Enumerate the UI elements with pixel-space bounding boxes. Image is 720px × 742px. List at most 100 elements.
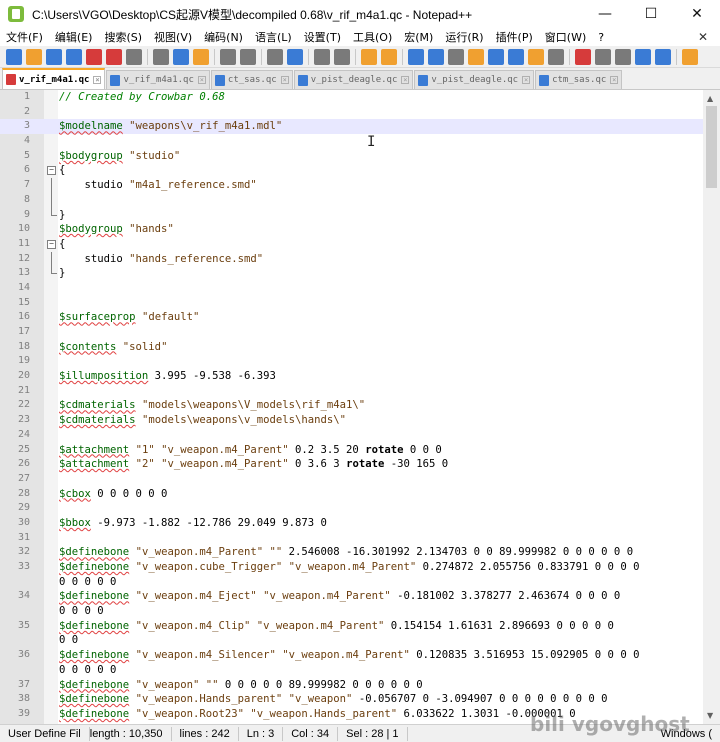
tab-close-icon[interactable]: ×: [401, 76, 410, 84]
code-line[interactable]: 0 0 0 0: [0, 604, 703, 619]
fold-toggle-icon[interactable]: −: [47, 239, 56, 249]
code-line[interactable]: 17: [0, 325, 703, 340]
code-line[interactable]: 33 $definebone "v_weapon.cube_Trigger" "v…: [0, 560, 703, 575]
record-macro-icon[interactable]: [575, 48, 591, 65]
code-line[interactable]: 24: [0, 428, 703, 443]
code-line[interactable]: 22 $cdmaterials "models\weapons\V_models\…: [0, 398, 703, 413]
scroll-down-arrow-icon[interactable]: ▼: [707, 711, 713, 720]
spellcheck-icon[interactable]: [682, 48, 698, 65]
menu-plugins[interactable]: 插件(P): [490, 29, 539, 45]
word-wrap-icon[interactable]: [408, 48, 424, 65]
code-line[interactable]: 25 $attachment "1" "v_weapon.m4_Parent" 0…: [0, 443, 703, 458]
tab-3[interactable]: v_pist_deagle.qc ×: [293, 70, 414, 89]
close-file-icon[interactable]: [86, 48, 102, 65]
code-line[interactable]: 28 $cbox 0 0 0 0 0 0: [0, 487, 703, 502]
code-line[interactable]: 0 0: [0, 633, 703, 648]
menu-language[interactable]: 语言(L): [249, 29, 298, 45]
minimize-button[interactable]: —: [582, 0, 628, 28]
code-line[interactable]: 23 $cdmaterials "models\weapons\v_models\…: [0, 413, 703, 428]
save-all-icon[interactable]: [66, 48, 82, 65]
code-line[interactable]: 6 −{: [0, 163, 703, 178]
menu-help[interactable]: ?: [592, 31, 610, 44]
save-icon[interactable]: [46, 48, 62, 65]
close-document-icon[interactable]: ✕: [692, 30, 714, 44]
indent-guide-icon[interactable]: [448, 48, 464, 65]
function-list-icon[interactable]: [508, 48, 524, 65]
scroll-up-arrow-icon[interactable]: ▲: [707, 94, 713, 103]
monitor-icon[interactable]: [548, 48, 564, 65]
stop-record-icon[interactable]: [595, 48, 611, 65]
print-icon[interactable]: [126, 48, 142, 65]
code-line[interactable]: 9}: [0, 207, 703, 223]
menu-window[interactable]: 窗口(W): [539, 29, 592, 45]
code-line[interactable]: 21: [0, 384, 703, 399]
code-line[interactable]: 18 $contents "solid": [0, 340, 703, 355]
menu-file[interactable]: 文件(F): [0, 29, 49, 45]
show-all-chars-icon[interactable]: [428, 48, 444, 65]
tab-2[interactable]: ct_sas.qc ×: [210, 70, 293, 89]
run-macro-multiple-icon[interactable]: [635, 48, 651, 65]
scrollbar-thumb[interactable]: [706, 106, 717, 188]
sync-vertical-icon[interactable]: [361, 48, 377, 65]
tab-4[interactable]: v_pist_deagle.qc ×: [414, 70, 535, 89]
undo-icon[interactable]: [220, 48, 236, 65]
code-line[interactable]: 19: [0, 354, 703, 369]
menu-search[interactable]: 搜索(S): [98, 29, 148, 45]
code-line[interactable]: 29: [0, 501, 703, 516]
code-line[interactable]: 13}: [0, 266, 703, 281]
doc-map-icon[interactable]: [488, 48, 504, 65]
menu-run[interactable]: 运行(R): [439, 29, 489, 45]
code-line[interactable]: 16 $surfaceprop "default": [0, 310, 703, 325]
code-line[interactable]: 27: [0, 472, 703, 487]
cut-icon[interactable]: [153, 48, 169, 65]
tab-close-icon[interactable]: ×: [522, 76, 531, 84]
zoom-in-icon[interactable]: [314, 48, 330, 65]
udl-icon[interactable]: [468, 48, 484, 65]
tab-close-icon[interactable]: ×: [610, 76, 619, 84]
code-line[interactable]: 4: [0, 134, 703, 149]
zoom-out-icon[interactable]: [334, 48, 350, 65]
code-line[interactable]: 7 studio "m4a1_reference.smd": [0, 178, 703, 193]
code-line[interactable]: 15: [0, 296, 703, 311]
menu-edit[interactable]: 编辑(E): [49, 29, 99, 45]
menu-settings[interactable]: 设置(T): [298, 29, 347, 45]
play-macro-icon[interactable]: [615, 48, 631, 65]
code-line[interactable]: 37 $definebone "v_weapon" "" 0 0 0 0 0 89…: [0, 678, 703, 693]
editor[interactable]: 1// Created by Crowbar 0.68 2 3 $modelname …: [0, 90, 720, 724]
tab-close-icon[interactable]: ×: [197, 76, 206, 84]
code-line[interactable]: 5 $bodygroup "studio": [0, 149, 703, 164]
code-line[interactable]: 35 $definebone "v_weapon.m4_Clip" "v_weap…: [0, 619, 703, 634]
vertical-scrollbar[interactable]: ▲ ▼: [703, 90, 720, 724]
code-line[interactable]: 32 $definebone "v_weapon.m4_Parent" "" 2.…: [0, 545, 703, 560]
redo-icon[interactable]: [240, 48, 256, 65]
tab-close-icon[interactable]: ×: [280, 76, 289, 84]
open-file-icon[interactable]: [26, 48, 42, 65]
find-icon[interactable]: [267, 48, 283, 65]
code-line[interactable]: 10 $bodygroup "hands": [0, 222, 703, 237]
code-line[interactable]: 2: [0, 105, 703, 120]
code-line[interactable]: 20 $illumposition 3.995 -9.538 -6.393: [0, 369, 703, 384]
close-all-icon[interactable]: [106, 48, 122, 65]
tab-5[interactable]: ctm_sas.qc ×: [535, 70, 623, 89]
fold-toggle-icon[interactable]: −: [47, 166, 56, 176]
paste-icon[interactable]: [193, 48, 209, 65]
code-line[interactable]: 0 0 0 0 0: [0, 575, 703, 590]
close-button[interactable]: ✕: [674, 0, 720, 28]
code-line[interactable]: 26 $attachment "2" "v_weapon.m4_Parent" 0…: [0, 457, 703, 472]
code-line[interactable]: 12 studio "hands_reference.smd": [0, 251, 703, 267]
new-file-icon[interactable]: [6, 48, 22, 65]
code-line[interactable]: 14: [0, 281, 703, 296]
tab-close-icon[interactable]: ×: [93, 75, 102, 84]
menu-view[interactable]: 视图(V): [148, 29, 198, 45]
menu-macro[interactable]: 宏(M): [398, 29, 439, 45]
code-line[interactable]: 0 0 0 0 0: [0, 663, 703, 678]
tab-1[interactable]: v_rif_m4a1.qc ×: [106, 70, 210, 89]
tab-0[interactable]: v_rif_m4a1.qc ×: [2, 68, 106, 89]
sync-horizontal-icon[interactable]: [381, 48, 397, 65]
replace-icon[interactable]: [287, 48, 303, 65]
code-line[interactable]: 30 $bbox -9.973 -1.882 -12.786 29.049 9.8…: [0, 516, 703, 531]
code-line[interactable]: 31: [0, 531, 703, 546]
copy-icon[interactable]: [173, 48, 189, 65]
folder-workspace-icon[interactable]: [528, 48, 544, 65]
code-lines[interactable]: 1// Created by Crowbar 0.68 2 3 $modelname …: [0, 90, 703, 722]
